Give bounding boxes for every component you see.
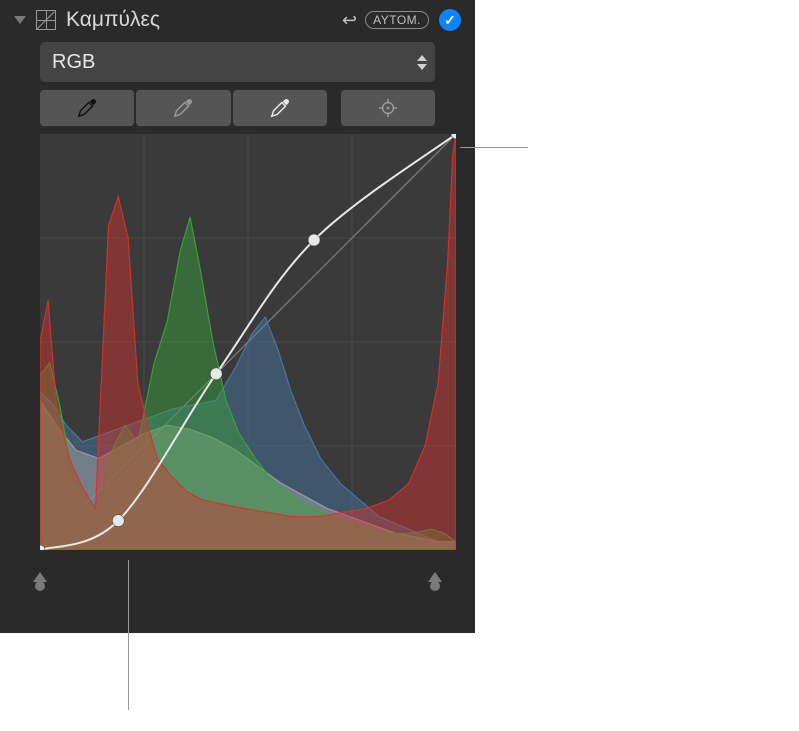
target-icon xyxy=(377,97,399,119)
panel-title: Καμπύλες xyxy=(66,8,336,32)
curves-panel: Καμπύλες ↩ ΑΥΤΟΜ. ✓ RGB xyxy=(0,0,475,633)
dropdown-arrows-icon xyxy=(409,42,435,82)
callout-line xyxy=(460,147,528,148)
eyedropper-white-button[interactable] xyxy=(233,90,327,126)
disclosure-triangle-icon[interactable] xyxy=(14,16,26,24)
auto-button[interactable]: ΑΥΤΟΜ. xyxy=(365,11,429,29)
panel-header: Καμπύλες ↩ ΑΥΤΟΜ. ✓ xyxy=(0,0,475,42)
curves-icon xyxy=(36,10,56,30)
eyedropper-icon xyxy=(172,97,194,119)
callout-line xyxy=(128,560,129,710)
eyedropper-toolbar xyxy=(40,90,435,126)
add-point-button[interactable] xyxy=(341,90,435,126)
eyedropper-icon xyxy=(76,97,98,119)
channel-dropdown[interactable]: RGB xyxy=(40,42,435,82)
eyedropper-gray-button[interactable] xyxy=(136,90,230,126)
enabled-checkmark-icon[interactable]: ✓ xyxy=(439,9,461,31)
curves-histogram[interactable] xyxy=(40,134,456,550)
eyedropper-black-button[interactable] xyxy=(40,90,134,126)
histogram-container xyxy=(40,134,435,550)
reset-icon[interactable]: ↩ xyxy=(342,10,357,31)
eyedropper-icon xyxy=(269,97,291,119)
channel-dropdown-label: RGB xyxy=(52,51,95,74)
